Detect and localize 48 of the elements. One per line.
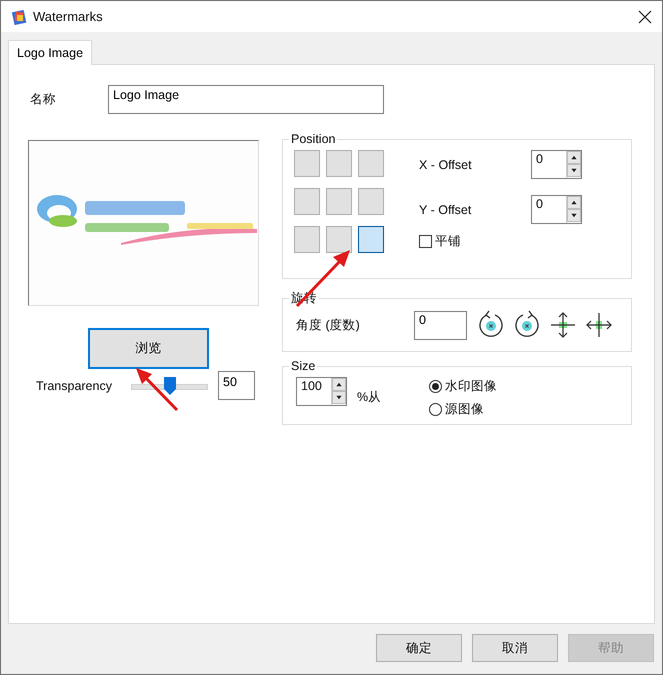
slider-thumb[interactable] xyxy=(164,376,176,394)
offset-spinner[interactable]: 0 xyxy=(531,195,582,224)
close-icon[interactable] xyxy=(638,10,652,24)
spin-up-icon[interactable] xyxy=(332,378,346,391)
tab[interactable]: Logo Image xyxy=(8,40,92,65)
position-cell[interactable] xyxy=(294,150,320,177)
group-title: Size xyxy=(290,359,316,373)
flip-horizontal-icon[interactable] xyxy=(585,310,613,340)
radio-circle[interactable] xyxy=(429,403,442,416)
rotate-left-icon[interactable] xyxy=(477,310,505,340)
angle-field[interactable]: 0 xyxy=(414,310,467,340)
window-title: Watermarks xyxy=(33,9,104,24)
offset-label: Y - Offset xyxy=(419,202,472,216)
tile-checkbox[interactable]: 平铺 xyxy=(419,233,582,250)
size-radio[interactable]: 水印图像 xyxy=(429,378,497,395)
radio-circle[interactable] xyxy=(429,380,442,393)
spin-down-icon[interactable] xyxy=(567,209,581,222)
name-field[interactable]: Logo Image xyxy=(108,85,384,114)
position-cell[interactable] xyxy=(294,226,320,253)
spin-up-icon[interactable] xyxy=(567,196,581,209)
checkbox[interactable] xyxy=(419,235,432,248)
position-cell[interactable] xyxy=(294,188,320,215)
spin-up-icon[interactable] xyxy=(567,151,581,164)
spin-down-icon[interactable] xyxy=(332,391,346,404)
angle-label: 角度 (度数) xyxy=(296,316,361,334)
flip-vertical-icon[interactable] xyxy=(549,310,577,340)
position-cell[interactable] xyxy=(326,188,352,215)
size-radio[interactable]: 源图像 xyxy=(429,401,497,418)
browse-button[interactable]: 浏览 xyxy=(88,328,209,369)
position-cell[interactable] xyxy=(326,226,352,253)
position-cell[interactable] xyxy=(358,150,384,177)
transparency-slider[interactable] xyxy=(131,376,208,394)
position-cell[interactable] xyxy=(358,226,384,253)
transparency-label: Transparency xyxy=(36,378,113,392)
dialog-button[interactable]: 确定 xyxy=(376,634,462,662)
group-title: Position xyxy=(290,132,336,146)
rotate-right-icon[interactable] xyxy=(513,310,541,340)
app-icon xyxy=(11,8,27,24)
transparency-field[interactable]: 50 xyxy=(218,371,255,400)
offset-spinner[interactable]: 0 xyxy=(531,150,582,179)
position-cell[interactable] xyxy=(326,150,352,177)
name-label: 名称 xyxy=(30,91,57,108)
dialog-button[interactable]: 取消 xyxy=(472,634,558,662)
size-spinner[interactable]: 100 xyxy=(296,377,347,406)
size-unit-label: %从 xyxy=(357,389,382,406)
position-cell[interactable] xyxy=(358,188,384,215)
offset-label: X - Offset xyxy=(419,158,473,172)
spin-down-icon[interactable] xyxy=(567,164,581,177)
